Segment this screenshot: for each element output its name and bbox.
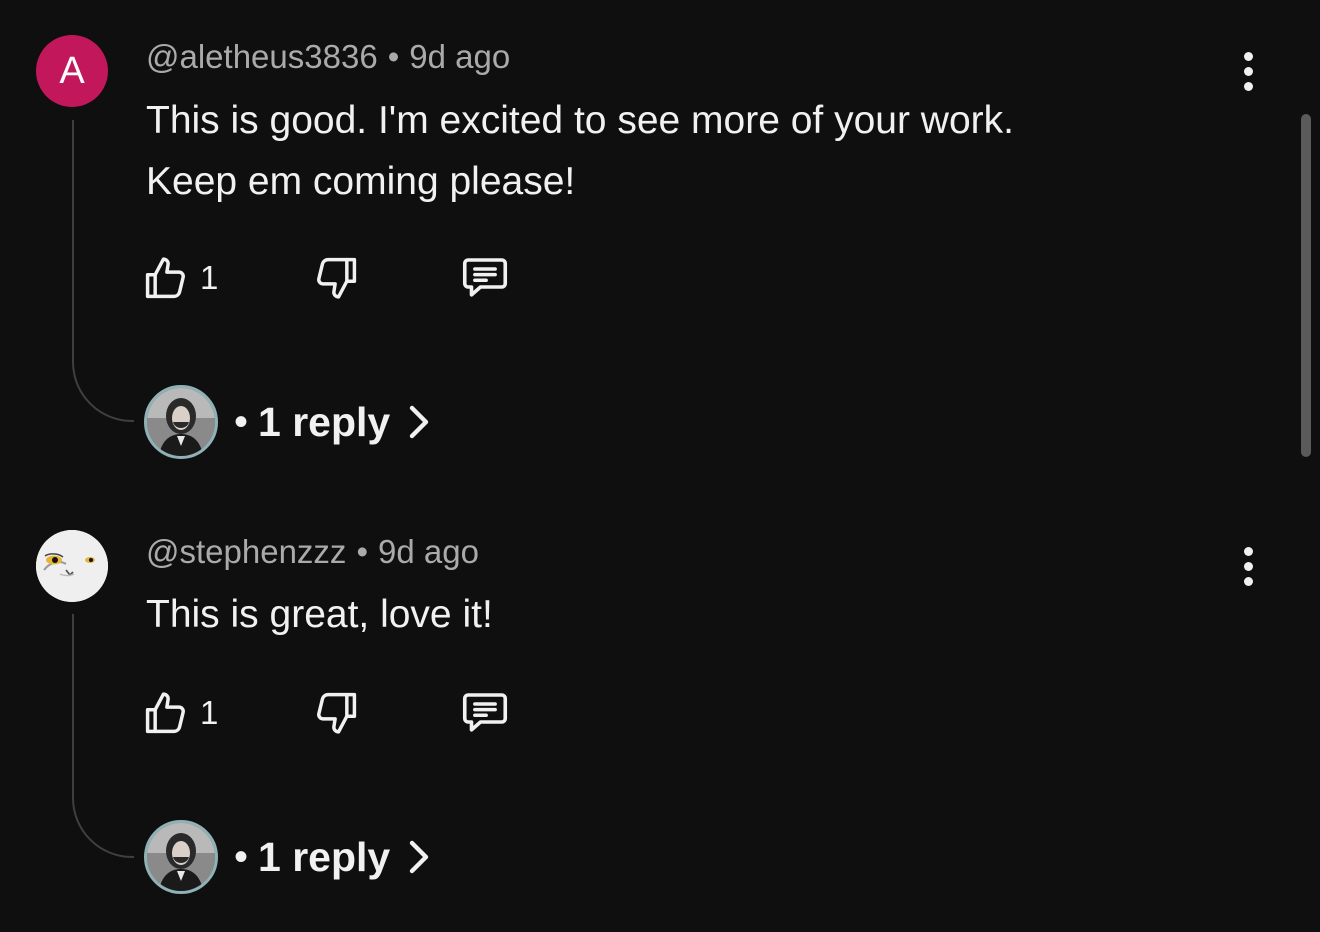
replies-separator: • — [234, 834, 249, 879]
owl-face-icon — [36, 530, 108, 602]
dislike-button[interactable] — [310, 683, 362, 743]
replies-count: 1 reply — [258, 833, 391, 880]
comment-text-line: This is great, love it! — [146, 593, 493, 636]
view-replies-button[interactable]: • 1 reply — [144, 820, 432, 894]
more-options-button[interactable] — [1228, 541, 1268, 591]
author-handle[interactable]: @stephenzzz — [146, 533, 346, 570]
comment-meta: @stephenzzz • 9d ago — [146, 533, 479, 571]
comments-panel: A @aletheus3836 • 9d ago This is good. I'm… — [0, 0, 1320, 932]
like-count: 1 — [200, 694, 219, 731]
meta-separator: • — [356, 533, 368, 570]
thread-connector-line — [72, 614, 134, 858]
scrollbar-thumb[interactable] — [1301, 114, 1311, 457]
comment-thread: @stephenzzz • 9d ago This is great, love i… — [0, 0, 1320, 932]
like-button[interactable]: 1 — [140, 683, 218, 743]
person-photo-icon — [147, 823, 215, 891]
reply-button[interactable] — [458, 683, 512, 743]
reply-author-avatar — [144, 820, 218, 894]
comment-icon — [462, 693, 508, 732]
avatar[interactable] — [36, 530, 108, 602]
more-vertical-icon — [1243, 546, 1253, 556]
thumbs-up-icon — [145, 692, 185, 734]
thumbs-down-icon — [317, 692, 357, 734]
comment-timestamp[interactable]: 9d ago — [378, 533, 479, 570]
comment-text: This is great, love it! — [146, 584, 1186, 645]
chevron-right-icon — [406, 837, 432, 877]
